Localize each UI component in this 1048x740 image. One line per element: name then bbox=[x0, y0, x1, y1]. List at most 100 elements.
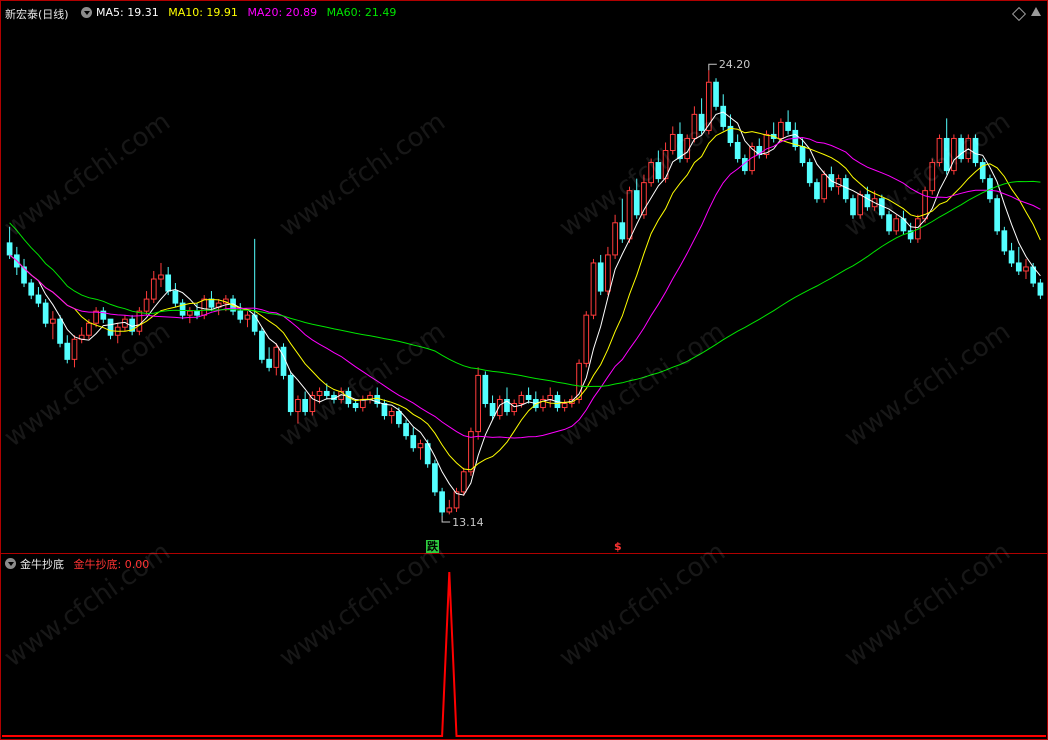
candle-body bbox=[396, 411, 402, 425]
candle-body bbox=[799, 145, 806, 164]
candle-body bbox=[806, 162, 813, 184]
indicator-header: 金牛抄底 金牛抄底: 0.00 bbox=[20, 556, 155, 572]
candle-body bbox=[626, 190, 633, 240]
candle-body bbox=[71, 338, 78, 360]
candle-body bbox=[266, 358, 272, 368]
candle-body bbox=[143, 298, 150, 312]
candle-body bbox=[107, 318, 114, 336]
stock-title: 新宏泰(日线) bbox=[5, 8, 69, 21]
candle-body bbox=[280, 346, 287, 376]
candle-body bbox=[201, 298, 208, 316]
candle-body bbox=[259, 330, 265, 360]
candle-body bbox=[28, 282, 35, 296]
candle-body bbox=[1023, 266, 1029, 272]
candle-body bbox=[893, 218, 900, 232]
candle-body bbox=[785, 121, 791, 131]
candle-body bbox=[6, 242, 13, 256]
candle-body bbox=[511, 403, 518, 413]
ma-legend: MA5: 19.31 MA10: 19.91 MA20: 20.89 MA60:… bbox=[96, 6, 402, 19]
candle-body bbox=[951, 137, 957, 172]
candle-body bbox=[677, 133, 683, 160]
candle-body bbox=[943, 137, 950, 172]
candle-body bbox=[489, 403, 496, 417]
ma5-value: MA5: 19.31 bbox=[96, 6, 159, 19]
candle-body bbox=[323, 390, 330, 396]
candle-body bbox=[287, 374, 294, 413]
chart-frame: 24.20 13.14 bbox=[0, 0, 1048, 740]
candle-body bbox=[42, 302, 49, 324]
candle-body bbox=[93, 310, 99, 324]
candle-body bbox=[713, 81, 719, 107]
candle-body bbox=[150, 278, 157, 300]
candle-body bbox=[158, 274, 164, 280]
candle-body bbox=[244, 314, 251, 320]
expand-icon[interactable] bbox=[1031, 7, 1041, 16]
candle-body bbox=[50, 318, 56, 324]
indicator-title: 金牛抄底 bbox=[20, 558, 64, 571]
candle-body bbox=[698, 113, 705, 131]
candle-body bbox=[302, 398, 308, 413]
ma20-value: MA20: 20.89 bbox=[247, 6, 318, 19]
candle-body bbox=[518, 394, 525, 405]
candle-body bbox=[1008, 250, 1015, 264]
candle-body bbox=[439, 491, 445, 513]
candle-body bbox=[381, 403, 388, 417]
candle-body bbox=[64, 342, 71, 360]
candle-body bbox=[778, 121, 784, 139]
candle-body bbox=[655, 162, 662, 180]
candle-body bbox=[612, 222, 618, 256]
candle-body bbox=[35, 294, 42, 304]
candle-body bbox=[814, 182, 820, 200]
ma10-value: MA10: 19.91 bbox=[168, 6, 238, 19]
candle-body bbox=[86, 322, 92, 336]
candle-body bbox=[619, 222, 626, 240]
candle-body bbox=[352, 403, 359, 409]
candle-body bbox=[734, 141, 741, 160]
candle-body bbox=[172, 290, 179, 304]
candle-body bbox=[460, 471, 467, 493]
candle-body bbox=[850, 198, 856, 216]
candle-body bbox=[482, 374, 489, 405]
candle-body bbox=[669, 133, 676, 152]
candle-body bbox=[410, 435, 417, 449]
candle-body bbox=[57, 318, 63, 344]
indicator-value: 金牛抄底: 0.00 bbox=[73, 558, 150, 571]
ma60-value: MA60: 21.49 bbox=[326, 6, 397, 19]
candle-body bbox=[194, 310, 200, 316]
down-signal-marker: 跌 bbox=[426, 540, 439, 553]
candle-body bbox=[583, 314, 590, 364]
candle-body bbox=[633, 190, 640, 216]
candle-body bbox=[432, 463, 438, 493]
candle-body bbox=[208, 298, 215, 308]
candle-body bbox=[929, 162, 936, 192]
candle-body bbox=[417, 443, 424, 449]
candle-body bbox=[994, 198, 1000, 232]
candle-body bbox=[597, 262, 604, 292]
candle-body bbox=[165, 274, 172, 292]
candle-body bbox=[972, 137, 979, 164]
candle-body bbox=[547, 394, 554, 400]
dollar-signal-marker: $ bbox=[614, 540, 622, 553]
price-header: 新宏泰(日线) bbox=[5, 6, 75, 22]
candle-body bbox=[273, 346, 280, 368]
low-label: 13.14 bbox=[452, 516, 484, 529]
candle-body bbox=[1015, 262, 1022, 272]
candle-body bbox=[237, 310, 244, 320]
candle-body bbox=[136, 310, 143, 332]
candle-body bbox=[1037, 282, 1044, 296]
candle-body bbox=[720, 105, 727, 127]
candle-body bbox=[1001, 230, 1008, 252]
candle-body bbox=[857, 194, 864, 216]
candle-body bbox=[886, 214, 892, 232]
candle-body bbox=[821, 174, 827, 200]
candle-body bbox=[388, 411, 395, 417]
candle-body bbox=[186, 310, 193, 316]
candle-body bbox=[525, 394, 532, 400]
indicator-dropdown-icon[interactable] bbox=[5, 558, 16, 569]
candle-body bbox=[605, 254, 611, 292]
candle-body bbox=[403, 423, 409, 437]
candle-body bbox=[295, 398, 301, 413]
candle-body bbox=[590, 262, 597, 316]
settings-dropdown-icon[interactable] bbox=[81, 7, 92, 18]
candle-body bbox=[648, 162, 654, 184]
